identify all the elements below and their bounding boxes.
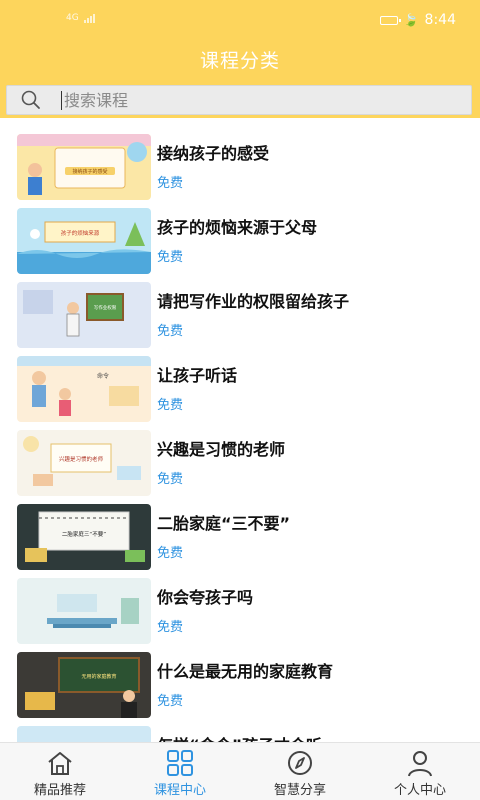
status-time: 8:44 [424,12,456,28]
course-item[interactable]: 怎样“命令”孩子才会听 免费 [0,722,480,742]
thumb-caption: 接纳孩子的感受 [72,168,107,175]
course-item[interactable]: 命令 让孩子听话 免费 [0,352,480,422]
grid-icon[interactable] [165,749,195,777]
page-title: 课程分类 [199,50,280,72]
course-item[interactable]: 孩子的烦恼来源 孩子的烦恼来源于父母 免费 [0,204,480,274]
search-icon[interactable] [19,88,43,112]
nav-label[interactable]: 智慧分享 [274,779,326,798]
course-price: 免费 [157,620,184,635]
course-title[interactable]: 怎样“命令”孩子才会听 [157,732,322,742]
thumb-caption: 孩子的烦恼来源 [61,229,100,237]
course-thumbnail[interactable]: 孩子的烦恼来源 [17,208,151,274]
thumb-caption: 无用的家庭教育 [81,673,116,680]
course-price: 免费 [157,398,184,413]
course-thumbnail[interactable]: 无用的家庭教育 [17,652,151,718]
course-price: 免费 [157,324,184,339]
network-type: 4G [66,13,79,23]
course-thumbnail[interactable]: 兴趣是习惯的老师 [17,430,151,496]
course-thumbnail[interactable]: 二胎家庭三“不要” [17,504,151,570]
signal-icon [83,14,95,23]
course-item[interactable]: 二胎家庭三“不要” 二胎家庭“三不要” 免费 [0,500,480,570]
nav-item-featured[interactable]: 精品推荐 [0,743,120,800]
home-icon[interactable] [45,749,75,777]
course-title[interactable]: 让孩子听话 [157,362,237,386]
nav-item-course-center[interactable]: 课程中心 [120,743,240,800]
course-title[interactable]: 兴趣是习惯的老师 [157,436,285,460]
course-thumbnail[interactable] [17,726,151,742]
nav-item-wisdom-share[interactable]: 智慧分享 [240,743,360,800]
course-price: 免费 [157,694,184,709]
course-item[interactable]: 接纳孩子的感受 接纳孩子的感受 免费 [0,130,480,200]
compass-icon[interactable] [285,749,315,777]
course-item[interactable]: 写作业权限 请把写作业的权限留给孩子 免费 [0,278,480,348]
course-price: 免费 [157,546,184,561]
search-bar[interactable] [6,85,472,115]
nav-label[interactable]: 精品推荐 [34,779,86,798]
course-title[interactable]: 二胎家庭“三不要” [157,510,290,534]
course-title[interactable]: 接纳孩子的感受 [157,140,269,164]
course-title[interactable]: 孩子的烦恼来源于父母 [157,214,317,238]
thumb-caption: 命令 [97,372,109,380]
network-indicator: 4G [66,13,95,23]
search-input[interactable] [64,86,444,114]
course-thumbnail[interactable]: 接纳孩子的感受 [17,134,151,200]
thumb-caption: 写作业权限 [94,304,117,311]
course-price: 免费 [157,250,184,265]
course-price: 免费 [157,176,184,191]
course-title[interactable]: 什么是最无用的家庭教育 [157,658,333,682]
course-price: 免费 [157,472,184,487]
course-item[interactable]: 无用的家庭教育 什么是最无用的家庭教育 免费 [0,648,480,718]
course-thumbnail[interactable]: 写作业权限 [17,282,151,348]
header-bar: 4G 🍃 8:44 课程分类 [0,0,480,118]
course-thumbnail[interactable]: 命令 [17,356,151,422]
course-list[interactable]: 接纳孩子的感受 接纳孩子的感受 免费 孩子的烦恼来源 孩子的烦恼来源于父母 免费 [0,130,480,742]
nav-label[interactable]: 个人中心 [394,779,446,798]
course-item[interactable]: 兴趣是习惯的老师 兴趣是习惯的老师 免费 [0,426,480,496]
thumb-caption: 兴趣是习惯的老师 [59,455,104,463]
status-bar: 4G 🍃 8:44 [0,0,480,42]
text-cursor [61,90,62,110]
nav-item-personal-center[interactable]: 个人中心 [360,743,480,800]
eco-leaf-icon: 🍃 [403,13,419,27]
thumb-caption: 二胎家庭三“不要” [62,530,106,538]
course-title[interactable]: 你会夸孩子吗 [157,584,253,608]
course-title[interactable]: 请把写作业的权限留给孩子 [157,288,349,312]
course-thumbnail[interactable] [17,578,151,644]
battery-icon [379,15,401,25]
user-icon[interactable] [405,749,435,777]
course-item[interactable]: 你会夸孩子吗 免费 [0,574,480,644]
nav-label[interactable]: 课程中心 [154,779,206,798]
bottom-navigation: 精品推荐 课程中心 智慧分享 个人中心 [0,742,480,800]
